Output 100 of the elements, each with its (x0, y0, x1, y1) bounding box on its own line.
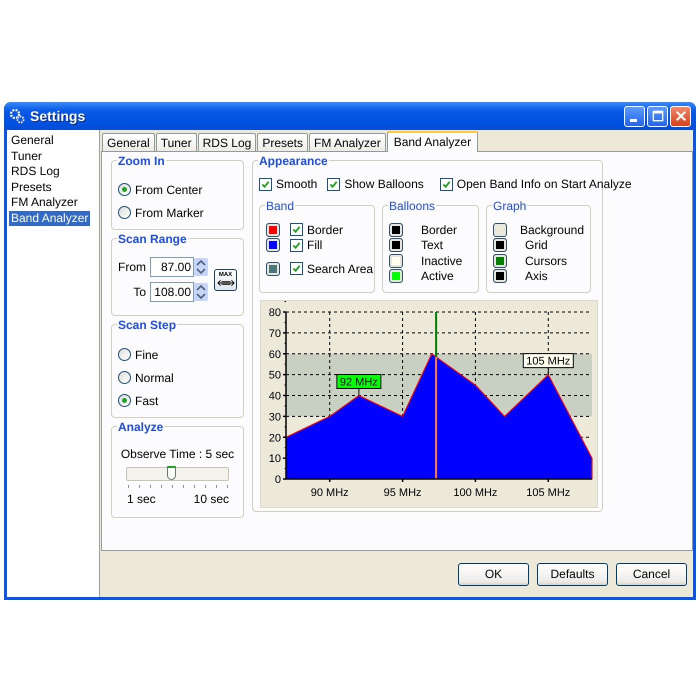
group-title: Scan Step (117, 318, 178, 332)
dialog-button[interactable]: Cancel (616, 562, 687, 586)
tab[interactable]: Band Analyzer (386, 131, 478, 152)
color-label: Border (307, 222, 344, 237)
gears-icon (9, 108, 25, 124)
slider-track[interactable] (126, 467, 229, 481)
color-label: Cursors (525, 254, 568, 268)
axis-label: 95 MHz (384, 487, 422, 499)
close-button[interactable] (670, 106, 691, 126)
radio-button[interactable] (118, 206, 131, 219)
group-title: Scan Range (117, 232, 188, 246)
color-label: Text (421, 238, 444, 252)
radio-label: From Marker (135, 206, 204, 220)
checkbox[interactable] (327, 178, 340, 190)
minimize-button[interactable] (624, 106, 645, 126)
color-label: Grid (525, 238, 548, 252)
color-button[interactable] (493, 222, 507, 237)
color-button[interactable] (493, 254, 507, 268)
color-button[interactable] (493, 238, 507, 252)
maximize-icon (652, 110, 664, 122)
tab[interactable]: FM Analyzer (309, 133, 386, 151)
axis-label: 100 MHz (453, 487, 498, 499)
group-title: Analyze (117, 420, 164, 434)
group-title: Zoom In (117, 154, 166, 168)
color-label: Fill (307, 238, 322, 252)
radio-button[interactable] (118, 183, 131, 196)
checkbox[interactable] (290, 223, 303, 236)
radio-label: Normal (135, 370, 174, 384)
axis-label: 40 (268, 390, 281, 402)
field-label: From (118, 260, 146, 274)
group-title: Graph (492, 199, 528, 213)
frequency-balloon: 105 MHz (522, 353, 574, 376)
spin-arrows-icon (194, 258, 208, 276)
color-button[interactable] (389, 254, 403, 268)
color-label: Inactive (421, 254, 462, 268)
dialog-button[interactable]: OK (458, 562, 529, 586)
group-title: Band (265, 199, 296, 213)
axis-label: 70 (268, 328, 281, 340)
group-title: Appearance (258, 154, 329, 168)
list-item[interactable]: RDS Log (9, 164, 62, 180)
radio-button[interactable] (118, 371, 131, 384)
axis-label: 80 (268, 307, 281, 319)
axis-label: 30 (268, 411, 281, 424)
radio-button[interactable] (118, 394, 131, 407)
close-icon (674, 110, 686, 122)
checkbox[interactable] (440, 178, 453, 190)
color-button[interactable] (389, 269, 403, 284)
color-button[interactable] (389, 238, 403, 252)
radio-label: Fast (135, 394, 158, 408)
color-button[interactable] (493, 269, 507, 284)
double-arrow-icon (216, 279, 234, 287)
maximize-button[interactable] (647, 106, 668, 126)
list-item[interactable]: General (9, 133, 56, 148)
slider-max-label: 10 sec (194, 492, 229, 506)
frequency-balloon: 92 MHz (336, 374, 382, 396)
tab[interactable]: Presets (257, 133, 308, 151)
axis-label: 90 MHz (310, 487, 349, 499)
list-item[interactable]: Band Analyzer (9, 210, 90, 226)
checkbox-label: Smooth (276, 177, 318, 191)
axis-label: 20 (268, 432, 281, 444)
color-label: Axis (525, 269, 548, 284)
list-item[interactable]: Presets (9, 180, 54, 195)
list-item[interactable]: Tuner (9, 148, 44, 164)
color-label: Background (520, 222, 584, 237)
color-button[interactable] (266, 262, 280, 276)
radio-label: Fine (135, 348, 158, 362)
checkbox[interactable] (290, 238, 303, 252)
annotation: 92 MHz (340, 376, 378, 388)
color-button[interactable] (389, 222, 403, 237)
field-label: To (133, 285, 146, 299)
axis-label: 105 MHz (526, 487, 570, 499)
slider-thumb[interactable] (166, 466, 176, 480)
number-field[interactable]: 108.00 (150, 282, 194, 302)
axis-label: 50 (268, 370, 281, 382)
spin-arrows-icon (194, 283, 208, 301)
minimize-icon (630, 118, 637, 122)
annotation: 105 MHz (526, 356, 570, 368)
color-label: Border (421, 222, 458, 237)
color-button[interactable] (266, 222, 280, 237)
number-field[interactable]: 87.00 (150, 257, 194, 277)
color-label: Search Area (307, 262, 374, 276)
list-item[interactable]: FM Analyzer (9, 195, 80, 210)
slider-caption: Observe Time : 5 sec (120, 447, 236, 461)
axis-label: 0 (274, 474, 281, 486)
axis-label: 10 (268, 453, 281, 466)
checkbox[interactable] (259, 178, 272, 190)
tab[interactable]: Tuner (156, 133, 197, 151)
axis-label: 60 (268, 348, 281, 361)
checkbox-label: Open Band Info on Start Analyze (456, 177, 632, 191)
dialog-button[interactable]: Defaults (537, 562, 608, 586)
tab[interactable]: RDS Log (198, 133, 256, 151)
color-button[interactable] (266, 238, 280, 252)
radio-label: From Center (135, 182, 202, 196)
group-title: Balloons (388, 199, 436, 213)
checkbox[interactable] (290, 262, 303, 276)
slider-min-label: 1 sec (127, 492, 156, 506)
color-label: Active (421, 269, 454, 284)
radio-button[interactable] (118, 348, 131, 361)
window-title: Settings (30, 108, 86, 124)
tab[interactable]: General (102, 133, 155, 151)
